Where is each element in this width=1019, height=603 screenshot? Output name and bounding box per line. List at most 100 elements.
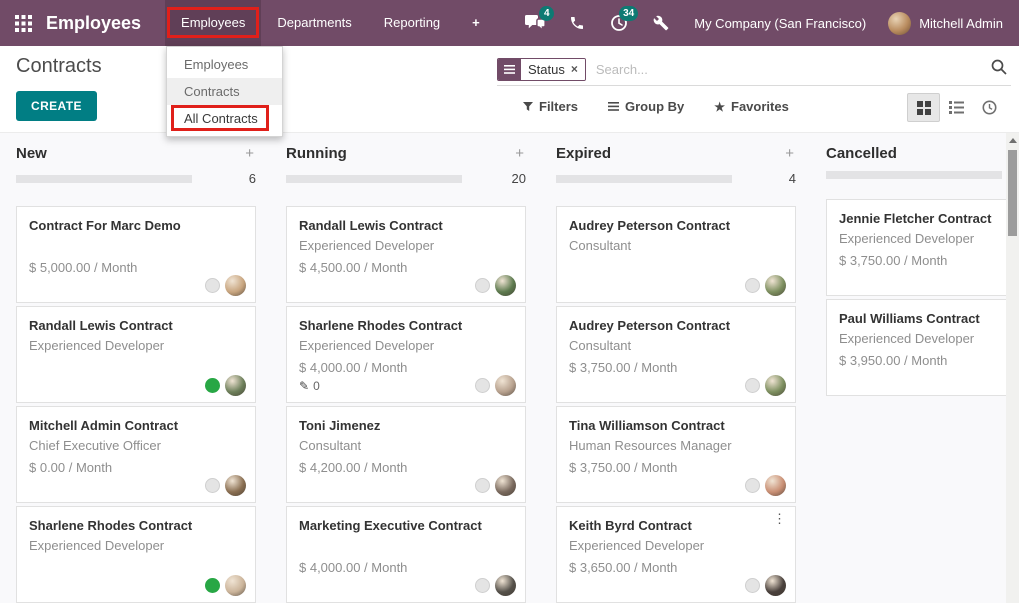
nav-menu-departments[interactable]: Departments [261,0,367,46]
kanban-card[interactable]: ⋮ Keith Byrd Contract Experienced Develo… [556,506,796,603]
kanban-card[interactable]: Toni Jimenez Consultant $ 4,200.00 / Mon… [286,406,526,503]
dropdown-item-all-contracts[interactable]: All Contracts [167,105,282,132]
card-salary: $ 3,950.00 / Month [839,350,1019,371]
kanban-card[interactable]: Mitchell Admin Contract Chief Executive … [16,406,256,503]
column-progressbar[interactable] [556,175,732,183]
column-progressbar[interactable] [16,175,192,183]
kanban-card[interactable]: Audrey Peterson Contract Consultant [556,206,796,303]
card-job-title: Consultant [569,235,783,257]
card-avatar[interactable] [495,275,516,296]
column-count: 6 [192,171,256,186]
search-facet-status[interactable]: Status × [497,58,586,81]
card-avatar[interactable] [765,375,786,396]
activity-status-dot[interactable] [205,278,220,293]
tools-wrench-icon[interactable] [644,0,678,46]
column-add-icon[interactable]: + [513,145,526,162]
favorites-button[interactable]: ★ Favorites [714,99,789,114]
dropdown-item-employees[interactable]: Employees [167,51,282,78]
kanban-card[interactable]: Randall Lewis Contract Experienced Devel… [16,306,256,403]
activity-status-dot[interactable] [475,478,490,493]
kanban-card[interactable]: Paul Williams Contract Experienced Devel… [826,299,1019,396]
kanban-card[interactable]: Tina Williamson Contract Human Resources… [556,406,796,503]
card-avatar[interactable] [225,375,246,396]
card-job-title [29,235,243,257]
column-title[interactable]: Cancelled [826,145,1019,162]
column-progress-row: 4 [556,171,796,186]
messages-icon[interactable]: 4 [518,0,552,46]
column-title[interactable]: New [16,145,243,162]
kanban-card[interactable]: Randall Lewis Contract Experienced Devel… [286,206,526,303]
activity-status-dot[interactable] [205,578,220,593]
kanban-view-button[interactable] [907,93,940,122]
dropdown-item-contracts[interactable]: Contracts [167,78,282,105]
vertical-scrollbar[interactable] [1006,133,1019,603]
phone-icon[interactable] [560,0,594,46]
column-header: Running + [286,133,526,162]
activity-status-dot[interactable] [745,278,760,293]
card-avatar[interactable] [495,475,516,496]
user-name: Mitchell Admin [919,16,1003,31]
activity-status-dot[interactable] [475,578,490,593]
nav-menu-employees[interactable]: Employees [165,0,261,46]
card-avatar[interactable] [225,275,246,296]
card-footer [29,375,246,396]
odoo-window: Employees Employees Departments Reportin… [0,0,1019,603]
user-menu[interactable]: Mitchell Admin [888,12,1005,35]
column-add-icon[interactable]: + [243,145,256,162]
column-add-icon[interactable]: + [783,145,796,162]
kanban-card[interactable]: Sharlene Rhodes Contract Experienced Dev… [286,306,526,403]
activity-view-button[interactable] [973,93,1006,122]
column-title[interactable]: Expired [556,145,783,162]
apps-menu-icon[interactable] [0,0,46,46]
search-input[interactable] [586,62,989,77]
activities-clock-icon[interactable]: 34 [602,0,636,46]
column-progress-row: 6 [16,171,256,186]
group-by-button[interactable]: Group By [608,99,684,114]
search-icon[interactable] [991,59,1007,80]
card-avatar[interactable] [765,475,786,496]
kanban-card[interactable]: Contract For Marc Demo $ 5,000.00 / Mont… [16,206,256,303]
activity-status-dot[interactable] [745,578,760,593]
scrollbar-thumb[interactable] [1008,150,1017,236]
column-progressbar[interactable] [826,171,1002,179]
card-title: Toni Jimenez [299,417,513,435]
activity-status-dot[interactable] [475,278,490,293]
kanban-card[interactable]: Sharlene Rhodes Contract Experienced Dev… [16,506,256,603]
activity-status-dot[interactable] [205,478,220,493]
create-button[interactable]: CREATE [16,91,97,121]
card-job-title: Consultant [569,335,783,357]
card-avatar[interactable] [765,275,786,296]
column-progressbar[interactable] [286,175,462,183]
company-switcher[interactable]: My Company (San Francisco) [686,16,880,31]
activity-status-dot[interactable] [745,478,760,493]
favorites-label: Favorites [731,99,789,114]
column-title[interactable]: Running [286,145,513,162]
nav-menu-reporting[interactable]: Reporting [368,0,456,46]
card-title: Randall Lewis Contract [29,317,243,335]
kanban-card[interactable]: Audrey Peterson Contract Consultant $ 3,… [556,306,796,403]
kanban-card[interactable]: Marketing Executive Contract $ 4,000.00 … [286,506,526,603]
card-avatar[interactable] [495,375,516,396]
filters-button[interactable]: Filters [523,99,578,114]
scroll-up-arrow-icon[interactable] [1009,138,1017,143]
activity-status-dot[interactable] [205,378,220,393]
control-panel: Contracts CREATE Status × Filters [0,46,1019,133]
card-avatar[interactable] [225,475,246,496]
facet-remove-icon[interactable]: × [571,62,578,76]
nav-menu-add-icon[interactable]: + [456,0,496,46]
card-job-title: Experienced Developer [569,535,783,557]
card-avatar[interactable] [225,575,246,596]
activity-status-dot[interactable] [745,378,760,393]
kanban-card[interactable]: Jennie Fletcher Contract Experienced Dev… [826,199,1019,296]
card-footer [299,475,516,496]
activity-status-dot[interactable] [475,378,490,393]
card-avatar[interactable] [495,575,516,596]
card-job-title [299,535,513,557]
dropdown-item-all-contracts-label: All Contracts [184,111,258,126]
card-title: Randall Lewis Contract [299,217,513,235]
pencil-icon: ✎ [299,379,309,393]
column-header: New + [16,133,256,162]
card-kebab-icon[interactable]: ⋮ [773,512,786,526]
list-view-button[interactable] [940,93,973,122]
card-avatar[interactable] [765,575,786,596]
